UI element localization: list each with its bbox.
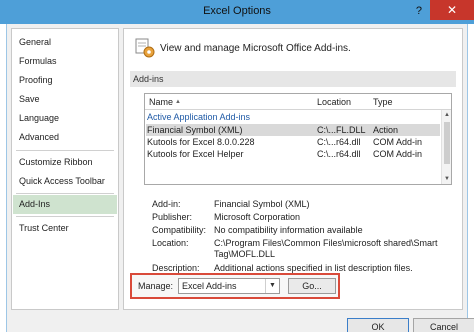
cell-type: Action — [373, 125, 399, 135]
panel-header-text: View and manage Microsoft Office Add-ins… — [160, 43, 351, 54]
manage-dropdown[interactable]: Excel Add-ins ▼ — [178, 278, 280, 294]
help-button[interactable]: ? — [416, 5, 422, 17]
cell-type: COM Add-in — [373, 149, 423, 159]
sidebar-item-language[interactable]: Language — [13, 109, 117, 128]
list-scrollbar[interactable]: ▲ ▼ — [441, 110, 451, 184]
cell-location: C:\...FL.DLL — [317, 125, 366, 135]
detail-value: Financial Symbol (XML) — [214, 199, 310, 209]
column-header-location[interactable]: Location — [317, 97, 351, 107]
add-ins-panel: View and manage Microsoft Office Add-ins… — [123, 28, 463, 310]
sidebar-item-quick-access-toolbar[interactable]: Quick Access Toolbar — [13, 172, 117, 191]
window-title: Excel Options — [203, 5, 271, 17]
sidebar-item-add-ins[interactable]: Add-Ins — [13, 195, 117, 214]
sidebar-item-customize-ribbon[interactable]: Customize Ribbon — [13, 153, 117, 172]
cell-location: C:\...r64.dll — [317, 149, 361, 159]
table-row[interactable]: Kutools for Excel 8.0.0.228 C:\...r64.dl… — [146, 136, 440, 148]
sidebar-divider — [16, 193, 114, 194]
ok-button[interactable]: OK — [347, 318, 409, 332]
column-header-name[interactable]: Name — [149, 97, 173, 107]
table-row[interactable]: Kutools for Excel Helper C:\...r64.dll C… — [146, 148, 440, 160]
detail-label: Description: — [152, 263, 200, 273]
chevron-down-icon[interactable]: ▼ — [265, 279, 279, 293]
detail-label: Add-in: — [152, 199, 181, 209]
list-header: Name ▲ Location Type — [145, 94, 451, 110]
detail-label: Compatibility: — [152, 225, 207, 235]
manage-highlight-box: Manage: Excel Add-ins ▼ Go... — [130, 273, 340, 299]
table-row[interactable]: Financial Symbol (XML) C:\...FL.DLL Acti… — [146, 124, 440, 136]
dialog-body: General Formulas Proofing Save Language … — [6, 24, 474, 332]
sidebar-divider — [16, 216, 114, 217]
add-ins-gear-icon — [135, 38, 155, 58]
sidebar-divider — [16, 150, 114, 151]
sidebar-item-general[interactable]: General — [13, 33, 117, 52]
cell-name: Kutools for Excel Helper — [147, 149, 244, 159]
scroll-thumb[interactable] — [444, 122, 450, 164]
cancel-button[interactable]: Cancel — [413, 318, 474, 332]
cell-name: Kutools for Excel 8.0.0.228 — [147, 137, 255, 147]
detail-label: Publisher: — [152, 212, 193, 222]
group-label-active: Active Application Add-ins — [147, 112, 251, 122]
detail-value: No compatibility information available — [214, 225, 363, 235]
sidebar-item-trust-center[interactable]: Trust Center — [13, 219, 117, 238]
detail-value: Microsoft Corporation — [214, 212, 301, 222]
sidebar-item-save[interactable]: Save — [13, 90, 117, 109]
sort-ascending-icon: ▲ — [175, 99, 181, 105]
manage-label: Manage: — [138, 281, 174, 291]
detail-label: Location: — [152, 238, 189, 248]
add-ins-list[interactable]: Name ▲ Location Type Active Application … — [144, 93, 452, 185]
options-sidebar: General Formulas Proofing Save Language … — [11, 28, 119, 310]
manage-selected-value: Excel Add-ins — [182, 281, 237, 291]
section-title-add-ins: Add-ins — [130, 71, 456, 87]
go-button[interactable]: Go... — [288, 278, 336, 294]
scroll-down-icon[interactable]: ▼ — [443, 175, 451, 183]
close-button[interactable]: ✕ — [430, 0, 474, 20]
sidebar-item-advanced[interactable]: Advanced — [13, 128, 117, 147]
scroll-up-icon[interactable]: ▲ — [443, 111, 451, 119]
sidebar-item-formulas[interactable]: Formulas — [13, 52, 117, 71]
cell-type: COM Add-in — [373, 137, 423, 147]
sidebar-item-proofing[interactable]: Proofing — [13, 71, 117, 90]
column-header-type[interactable]: Type — [373, 97, 393, 107]
cell-name: Financial Symbol (XML) — [147, 125, 243, 135]
title-bar: Excel Options ? ✕ — [0, 0, 474, 24]
cell-location: C:\...r64.dll — [317, 137, 361, 147]
detail-value: C:\Program Files\Common Files\microsoft … — [214, 238, 438, 259]
